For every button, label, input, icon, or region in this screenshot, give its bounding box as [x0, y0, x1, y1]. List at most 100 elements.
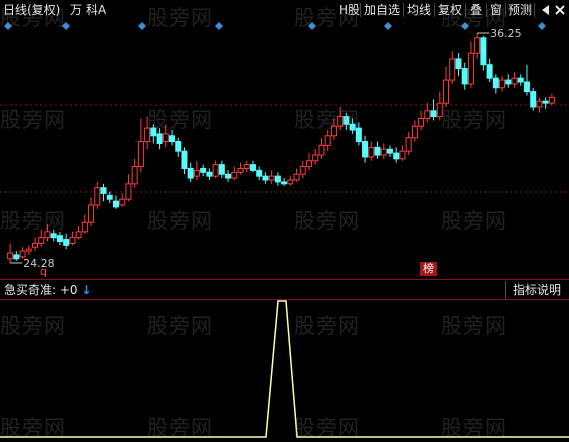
signal-marker[interactable]	[138, 22, 146, 30]
candle[interactable]	[75, 226, 82, 240]
indicator-help-button[interactable]: 指标说明	[505, 281, 568, 299]
candle[interactable]	[411, 120, 418, 142]
candle[interactable]	[486, 58, 493, 82]
candle[interactable]	[405, 131, 412, 156]
candle[interactable]	[330, 118, 337, 140]
arrow-left-icon[interactable]	[538, 3, 552, 17]
candle[interactable]	[274, 172, 281, 186]
candle[interactable]	[94, 181, 101, 209]
candle[interactable]	[200, 164, 207, 177]
signal-marker[interactable]	[4, 22, 12, 30]
h-share-button[interactable]: H股	[339, 1, 360, 19]
candle[interactable]	[181, 147, 188, 175]
candle[interactable]	[131, 158, 138, 188]
candle[interactable]	[455, 53, 462, 77]
candle[interactable]	[81, 214, 88, 234]
candle[interactable]	[150, 124, 157, 144]
candle[interactable]	[424, 103, 431, 123]
candle[interactable]	[368, 141, 375, 161]
candle[interactable]	[287, 176, 294, 186]
candle[interactable]	[175, 137, 182, 157]
period-selector[interactable]: 日线(复权)	[3, 1, 60, 19]
candle[interactable]	[318, 137, 325, 159]
overlay-button[interactable]: 叠	[470, 1, 482, 19]
candle[interactable]	[530, 87, 537, 111]
candle[interactable]	[13, 251, 20, 261]
candle[interactable]	[511, 72, 518, 88]
candle[interactable]	[523, 64, 530, 96]
candle[interactable]	[237, 162, 244, 175]
candle[interactable]	[542, 97, 549, 109]
candle[interactable]	[25, 245, 32, 255]
candle[interactable]	[119, 193, 126, 207]
candle[interactable]	[137, 118, 144, 173]
candle[interactable]	[461, 62, 468, 90]
forecast-button[interactable]: 预测	[508, 1, 532, 19]
candle[interactable]	[492, 74, 499, 94]
unit-selector[interactable]: 万	[70, 1, 82, 19]
candle[interactable]	[467, 41, 474, 88]
candle[interactable]	[212, 160, 219, 179]
candle[interactable]	[517, 74, 524, 86]
signal-marker[interactable]	[538, 22, 546, 30]
signal-marker[interactable]	[384, 22, 392, 30]
candle[interactable]	[125, 174, 132, 202]
close-icon[interactable]	[553, 3, 567, 17]
candle[interactable]	[499, 76, 506, 92]
window-button[interactable]: 窗	[490, 1, 502, 19]
candle[interactable]	[44, 224, 51, 242]
signal-marker[interactable]	[215, 22, 223, 30]
candle[interactable]	[399, 145, 406, 161]
signal-marker[interactable]	[461, 22, 469, 30]
candle[interactable]	[106, 191, 113, 204]
candle[interactable]	[56, 231, 63, 246]
candle[interactable]	[430, 99, 437, 121]
candle[interactable]	[299, 160, 306, 179]
candle[interactable]	[548, 93, 555, 106]
candle[interactable]	[343, 112, 350, 131]
candle[interactable]	[505, 74, 512, 88]
candle[interactable]	[474, 33, 481, 59]
candle[interactable]	[206, 168, 213, 180]
candle[interactable]	[443, 66, 450, 107]
moving-average-button[interactable]: 均线	[407, 1, 431, 19]
candle[interactable]	[7, 243, 14, 263]
candle[interactable]	[88, 197, 95, 227]
candle[interactable]	[480, 35, 487, 71]
candle[interactable]	[225, 170, 232, 182]
bang-badge[interactable]: 榜	[420, 262, 437, 276]
candle[interactable]	[32, 237, 39, 252]
candle[interactable]	[386, 145, 393, 157]
tech-board-label[interactable]: 科A	[86, 1, 106, 19]
candle[interactable]	[268, 170, 275, 184]
candle[interactable]	[349, 118, 356, 134]
candle[interactable]	[355, 122, 362, 146]
candle[interactable]	[69, 231, 76, 246]
candle[interactable]	[436, 91, 443, 121]
candle[interactable]	[63, 233, 70, 250]
candle[interactable]	[324, 130, 331, 152]
candle[interactable]	[449, 51, 456, 84]
candle[interactable]	[262, 172, 269, 184]
candle[interactable]	[374, 141, 381, 159]
candle[interactable]	[243, 160, 250, 173]
candle[interactable]	[418, 110, 425, 131]
indicator-chart[interactable]	[0, 300, 569, 439]
candle[interactable]	[312, 149, 319, 165]
signal-marker[interactable]	[62, 22, 70, 30]
candle[interactable]	[306, 153, 313, 171]
candle[interactable]	[218, 160, 225, 179]
candle[interactable]	[231, 166, 238, 180]
candle[interactable]	[536, 97, 543, 113]
candle[interactable]	[337, 106, 344, 131]
add-watchlist-button[interactable]: 加自选	[364, 1, 400, 19]
candle[interactable]	[281, 178, 288, 186]
candle[interactable]	[193, 160, 200, 180]
candle[interactable]	[380, 143, 387, 159]
candle[interactable]	[112, 195, 119, 209]
candle[interactable]	[293, 168, 300, 182]
candle[interactable]	[162, 124, 169, 148]
candle[interactable]	[393, 147, 400, 163]
candle[interactable]	[144, 116, 151, 150]
candlestick-chart[interactable]: 36.25 24.28	[0, 20, 569, 279]
